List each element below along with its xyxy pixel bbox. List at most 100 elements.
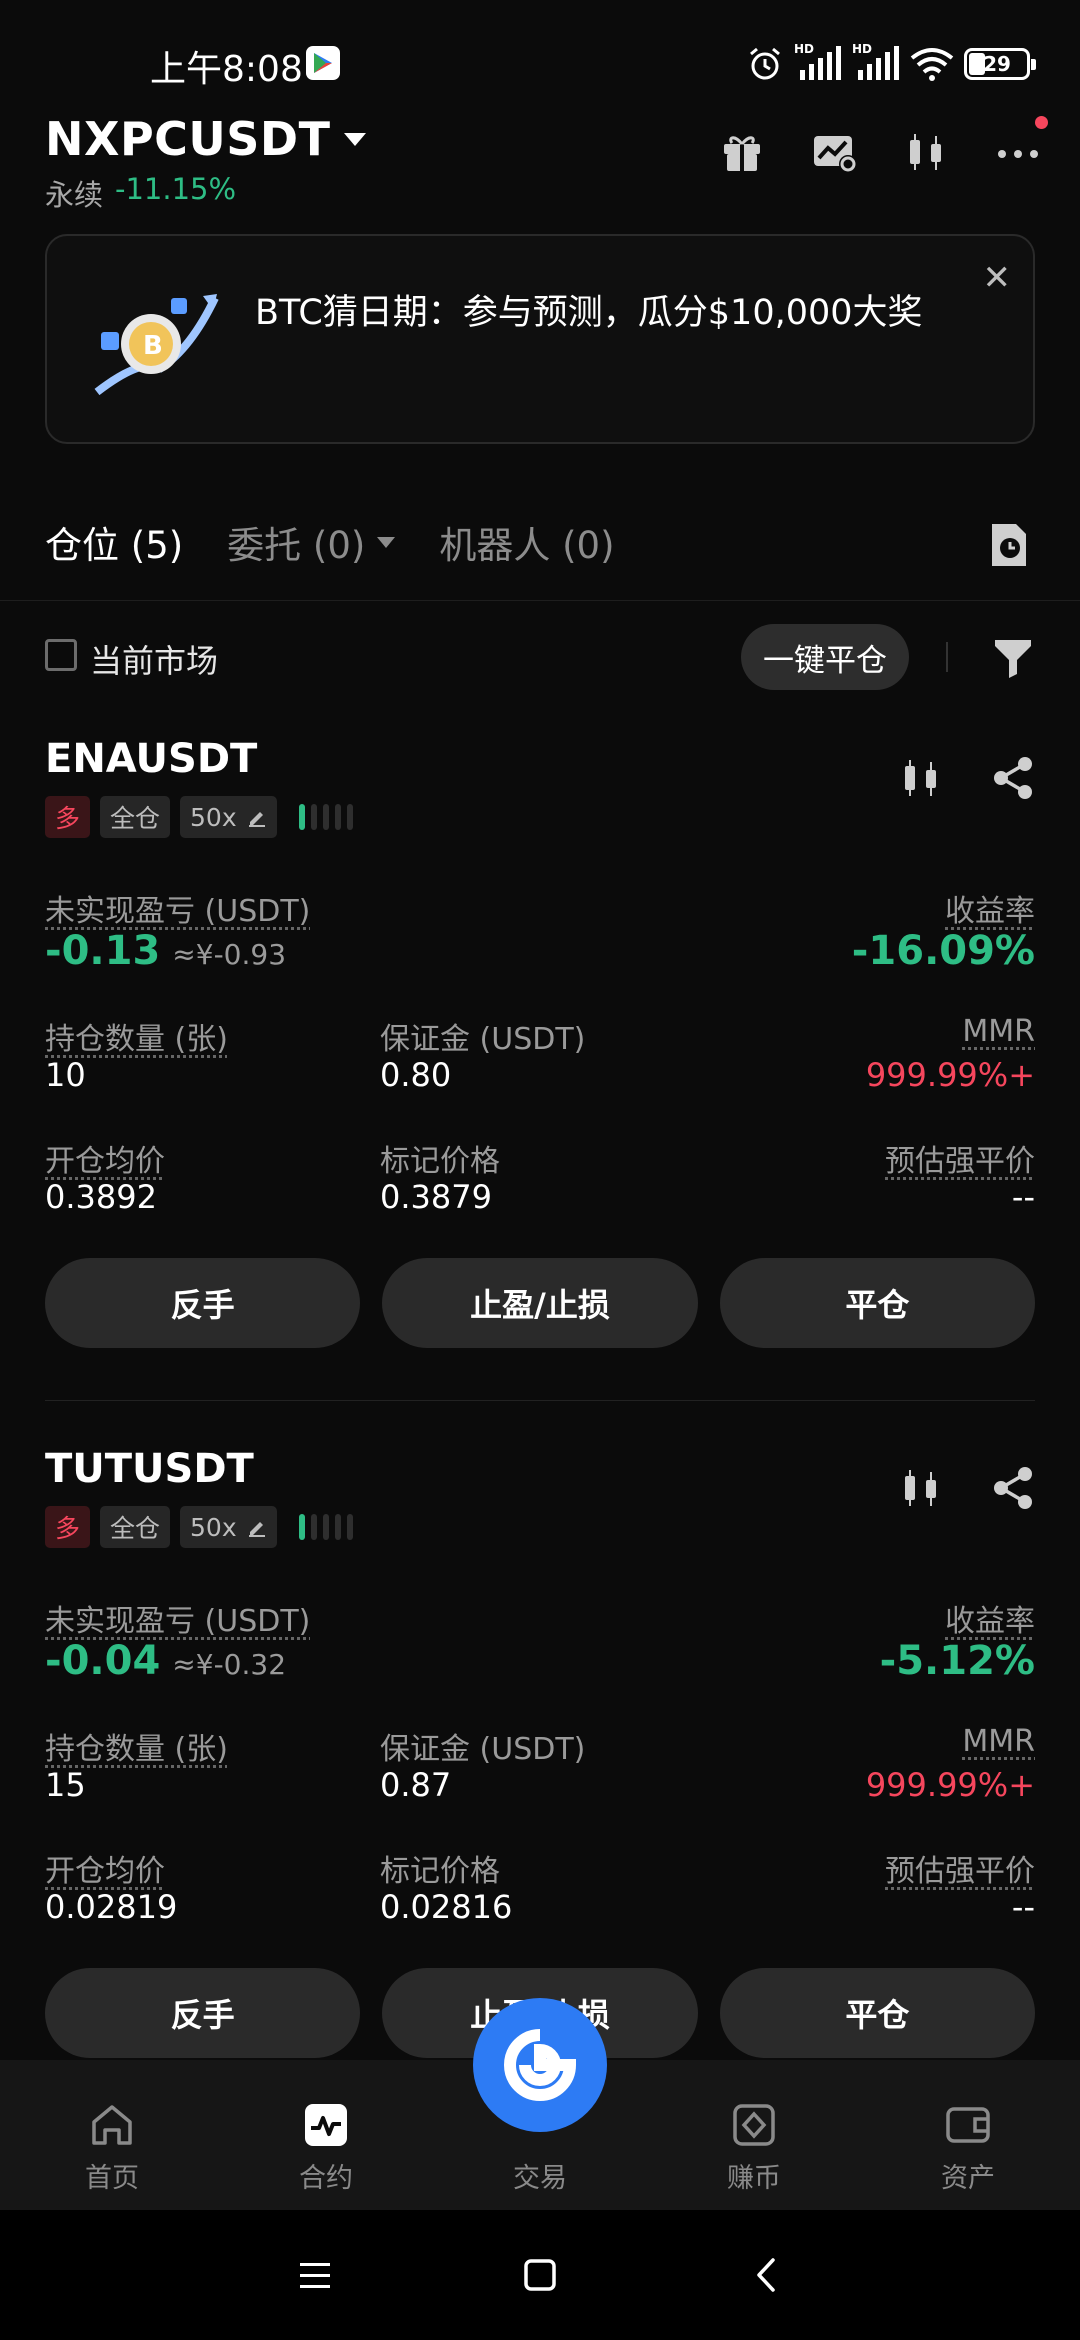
- entry-price-value: 0.02819: [45, 1888, 178, 1926]
- liq-price-value: --: [1011, 1178, 1035, 1216]
- reverse-button[interactable]: 反手: [45, 1968, 361, 2058]
- home-icon: [92, 2105, 132, 2145]
- margin-value: 0.80: [380, 1056, 452, 1094]
- tab-bots[interactable]: 机器人 (0): [439, 515, 614, 569]
- funnel-icon[interactable]: [993, 636, 1033, 678]
- roi-value: -5.12%: [879, 1638, 1035, 1684]
- nav-home-label: 首页: [85, 2163, 139, 2194]
- mark-price-label: 标记价格: [380, 1854, 500, 1889]
- size-label[interactable]: 持仓数量 (张): [45, 1014, 228, 1058]
- entry-price-label[interactable]: 开仓均价: [45, 1846, 165, 1890]
- system-nav-bar: [0, 2210, 1080, 2340]
- close-icon[interactable]: ✕: [983, 258, 1012, 298]
- back-icon[interactable]: [742, 2250, 792, 2300]
- liq-price-label[interactable]: 预估强平价: [885, 1846, 1035, 1890]
- nav-assets[interactable]: 资产: [898, 2060, 1038, 2210]
- current-market-label[interactable]: 当前市场: [90, 636, 218, 682]
- nav-home[interactable]: 首页: [42, 2060, 182, 2210]
- signal-icon-2: HD: [852, 42, 900, 84]
- margin-label: 保证金 (USDT): [380, 1022, 586, 1057]
- position-card: TUTUSDT 多 全仓 50x 未实现盈亏 (USDT) 收益率 -0.04 …: [45, 1446, 1035, 2086]
- divider: [0, 600, 1080, 601]
- trade-button[interactable]: [473, 1998, 607, 2132]
- chevron-down-icon: [377, 536, 396, 548]
- banner-text: BTC猜日期：参与预测，瓜分$10,000大奖: [255, 293, 923, 333]
- roi-label[interactable]: 收益率: [945, 886, 1035, 930]
- candlestick-icon[interactable]: [899, 756, 943, 800]
- entry-price-label[interactable]: 开仓均价: [45, 1136, 165, 1180]
- status-icons: HD HD 29: [746, 42, 1036, 84]
- current-market-checkbox[interactable]: [45, 639, 77, 671]
- promo-banner[interactable]: B BTC猜日期：参与预测，瓜分$10,000大奖 ✕: [45, 234, 1035, 444]
- divider: [45, 1400, 1035, 1401]
- menu-icon[interactable]: [290, 2250, 340, 2300]
- tpsl-button[interactable]: 止盈/止损: [382, 1258, 698, 1348]
- share-icon[interactable]: [991, 756, 1035, 800]
- nav-earn[interactable]: 赚币: [684, 2060, 824, 2210]
- mark-price-value: 0.3879: [380, 1178, 492, 1216]
- close-all-button[interactable]: 一键平仓: [741, 624, 909, 690]
- leverage-badge[interactable]: 50x: [180, 796, 277, 838]
- candlestick-icon[interactable]: [904, 130, 948, 174]
- mmr-label[interactable]: MMR: [962, 1724, 1035, 1759]
- separator: [946, 642, 948, 672]
- liq-price-label[interactable]: 预估强平价: [885, 1136, 1035, 1180]
- signal-icon-1: HD: [794, 42, 842, 84]
- home-button-icon[interactable]: [515, 2250, 565, 2300]
- margin-mode-badge[interactable]: 全仓: [100, 1506, 171, 1548]
- alarm-icon: [750, 47, 780, 80]
- tab-positions[interactable]: 仓位 (5): [45, 515, 183, 569]
- pnl-row: -0.04 ≈¥-0.32: [45, 1638, 286, 1684]
- nav-futures-label: 合约: [299, 2163, 353, 2194]
- pair-name: NXPCUSDT: [45, 112, 331, 166]
- close-position-button[interactable]: 平仓: [719, 1258, 1035, 1348]
- tab-orders[interactable]: 委托 (0): [227, 515, 396, 569]
- battery-indicator: 29: [964, 48, 1036, 80]
- side-badge: 多: [45, 796, 91, 838]
- chart-settings-icon[interactable]: [812, 130, 857, 174]
- status-time: 上午8:08: [150, 49, 303, 90]
- more-icon[interactable]: [996, 116, 1048, 174]
- nav-assets-label: 资产: [941, 2163, 995, 2194]
- mark-price-label: 标记价格: [380, 1144, 500, 1179]
- risk-level-bars: [298, 804, 353, 830]
- roi-value: -16.09%: [851, 928, 1035, 974]
- roi-label[interactable]: 收益率: [945, 1596, 1035, 1640]
- position-symbol[interactable]: ENAUSDT: [45, 736, 257, 782]
- share-icon[interactable]: [991, 1466, 1035, 1510]
- liq-price-value: --: [1011, 1888, 1035, 1926]
- reverse-button[interactable]: 反手: [45, 1258, 361, 1348]
- entry-price-value: 0.3892: [45, 1178, 157, 1216]
- price-change: -11.15%: [115, 172, 237, 206]
- edit-icon: [248, 812, 265, 827]
- candlestick-icon[interactable]: [899, 1466, 943, 1510]
- wallet-icon: [946, 2107, 990, 2143]
- earn-icon: [733, 2104, 775, 2146]
- size-value: 15: [45, 1766, 86, 1804]
- leverage-badge[interactable]: 50x: [180, 1506, 277, 1548]
- margin-label: 保证金 (USDT): [380, 1732, 586, 1767]
- bitcoin-promo-illustration: B: [91, 288, 223, 398]
- pnl-cny-value: ≈¥-0.93: [172, 938, 287, 971]
- nav-trade-label[interactable]: 交易: [470, 2156, 610, 2195]
- position-tags: 多 全仓 50x: [45, 796, 353, 838]
- status-bar: 上午8:08 HD HD 29: [0, 0, 1080, 120]
- unrealized-pnl-label[interactable]: 未实现盈亏 (USDT): [45, 1596, 310, 1640]
- margin-mode-badge[interactable]: 全仓: [100, 796, 171, 838]
- play-store-icon: [306, 46, 340, 80]
- filter-row: 当前市场 一键平仓: [45, 622, 1035, 692]
- notification-dot: [1035, 116, 1048, 129]
- history-icon[interactable]: [988, 522, 1030, 568]
- size-label[interactable]: 持仓数量 (张): [45, 1724, 228, 1768]
- chevron-down-icon: [344, 132, 367, 146]
- mmr-label[interactable]: MMR: [962, 1014, 1035, 1049]
- pair-selector[interactable]: NXPCUSDT: [45, 112, 367, 166]
- close-position-button[interactable]: 平仓: [719, 1968, 1035, 2058]
- position-symbol[interactable]: TUTUSDT: [45, 1446, 254, 1492]
- nav-earn-label: 赚币: [727, 2163, 781, 2194]
- gift-icon[interactable]: [720, 130, 764, 174]
- futures-icon: [305, 2104, 347, 2146]
- side-badge: 多: [45, 1506, 91, 1548]
- nav-futures[interactable]: 合约: [256, 2060, 396, 2210]
- unrealized-pnl-label[interactable]: 未实现盈亏 (USDT): [45, 886, 310, 930]
